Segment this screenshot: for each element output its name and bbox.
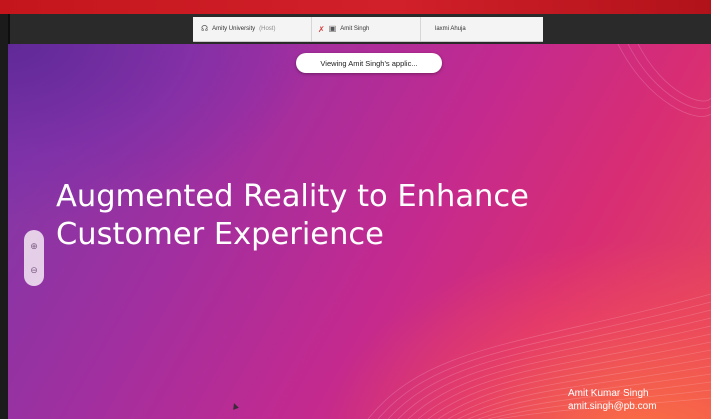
top-banner: [0, 0, 711, 14]
participant-name: laxmi Ahuja: [435, 26, 466, 32]
author-name: Amit Kumar Singh: [568, 388, 649, 399]
participant-amit-singh[interactable]: ✗ ▣ Amit Singh: [312, 17, 421, 41]
viewing-notice-pill[interactable]: Viewing Amit Singh's applic...: [296, 53, 442, 73]
headset-icon: ☊: [201, 24, 209, 33]
participant-strip: ☊ Amity University (Host) ✗ ▣ Amit Singh…: [193, 17, 543, 42]
participant-name: Amit Singh: [340, 26, 370, 32]
share-screen-icon: ▣: [328, 24, 337, 33]
zoom-in-icon[interactable]: ⊕: [27, 239, 41, 253]
participant-amity-university[interactable]: ☊ Amity University (Host): [193, 17, 312, 41]
participant-name: Amity University: [212, 26, 256, 32]
slide-title-line-2: Customer Experience: [56, 217, 384, 252]
slide-title-line-1: Augmented Reality to Enhance: [56, 179, 529, 214]
zoom-out-icon[interactable]: ⊖: [27, 263, 41, 277]
mic-muted-icon: ✗: [318, 24, 325, 34]
zoom-control: ⊕ ⊖: [24, 230, 44, 286]
slide-author: Amit Kumar Singh amit.singh@pb.com: [568, 387, 657, 413]
author-email: amit.singh@pb.com: [568, 401, 657, 412]
slide-title: Augmented Reality to Enhance Customer Ex…: [56, 178, 656, 254]
participant-laxmi-ahuja[interactable]: laxmi Ahuja: [421, 17, 472, 41]
viewing-notice-text: Viewing Amit Singh's applic...: [320, 58, 418, 68]
host-tag: (Host): [259, 26, 276, 32]
